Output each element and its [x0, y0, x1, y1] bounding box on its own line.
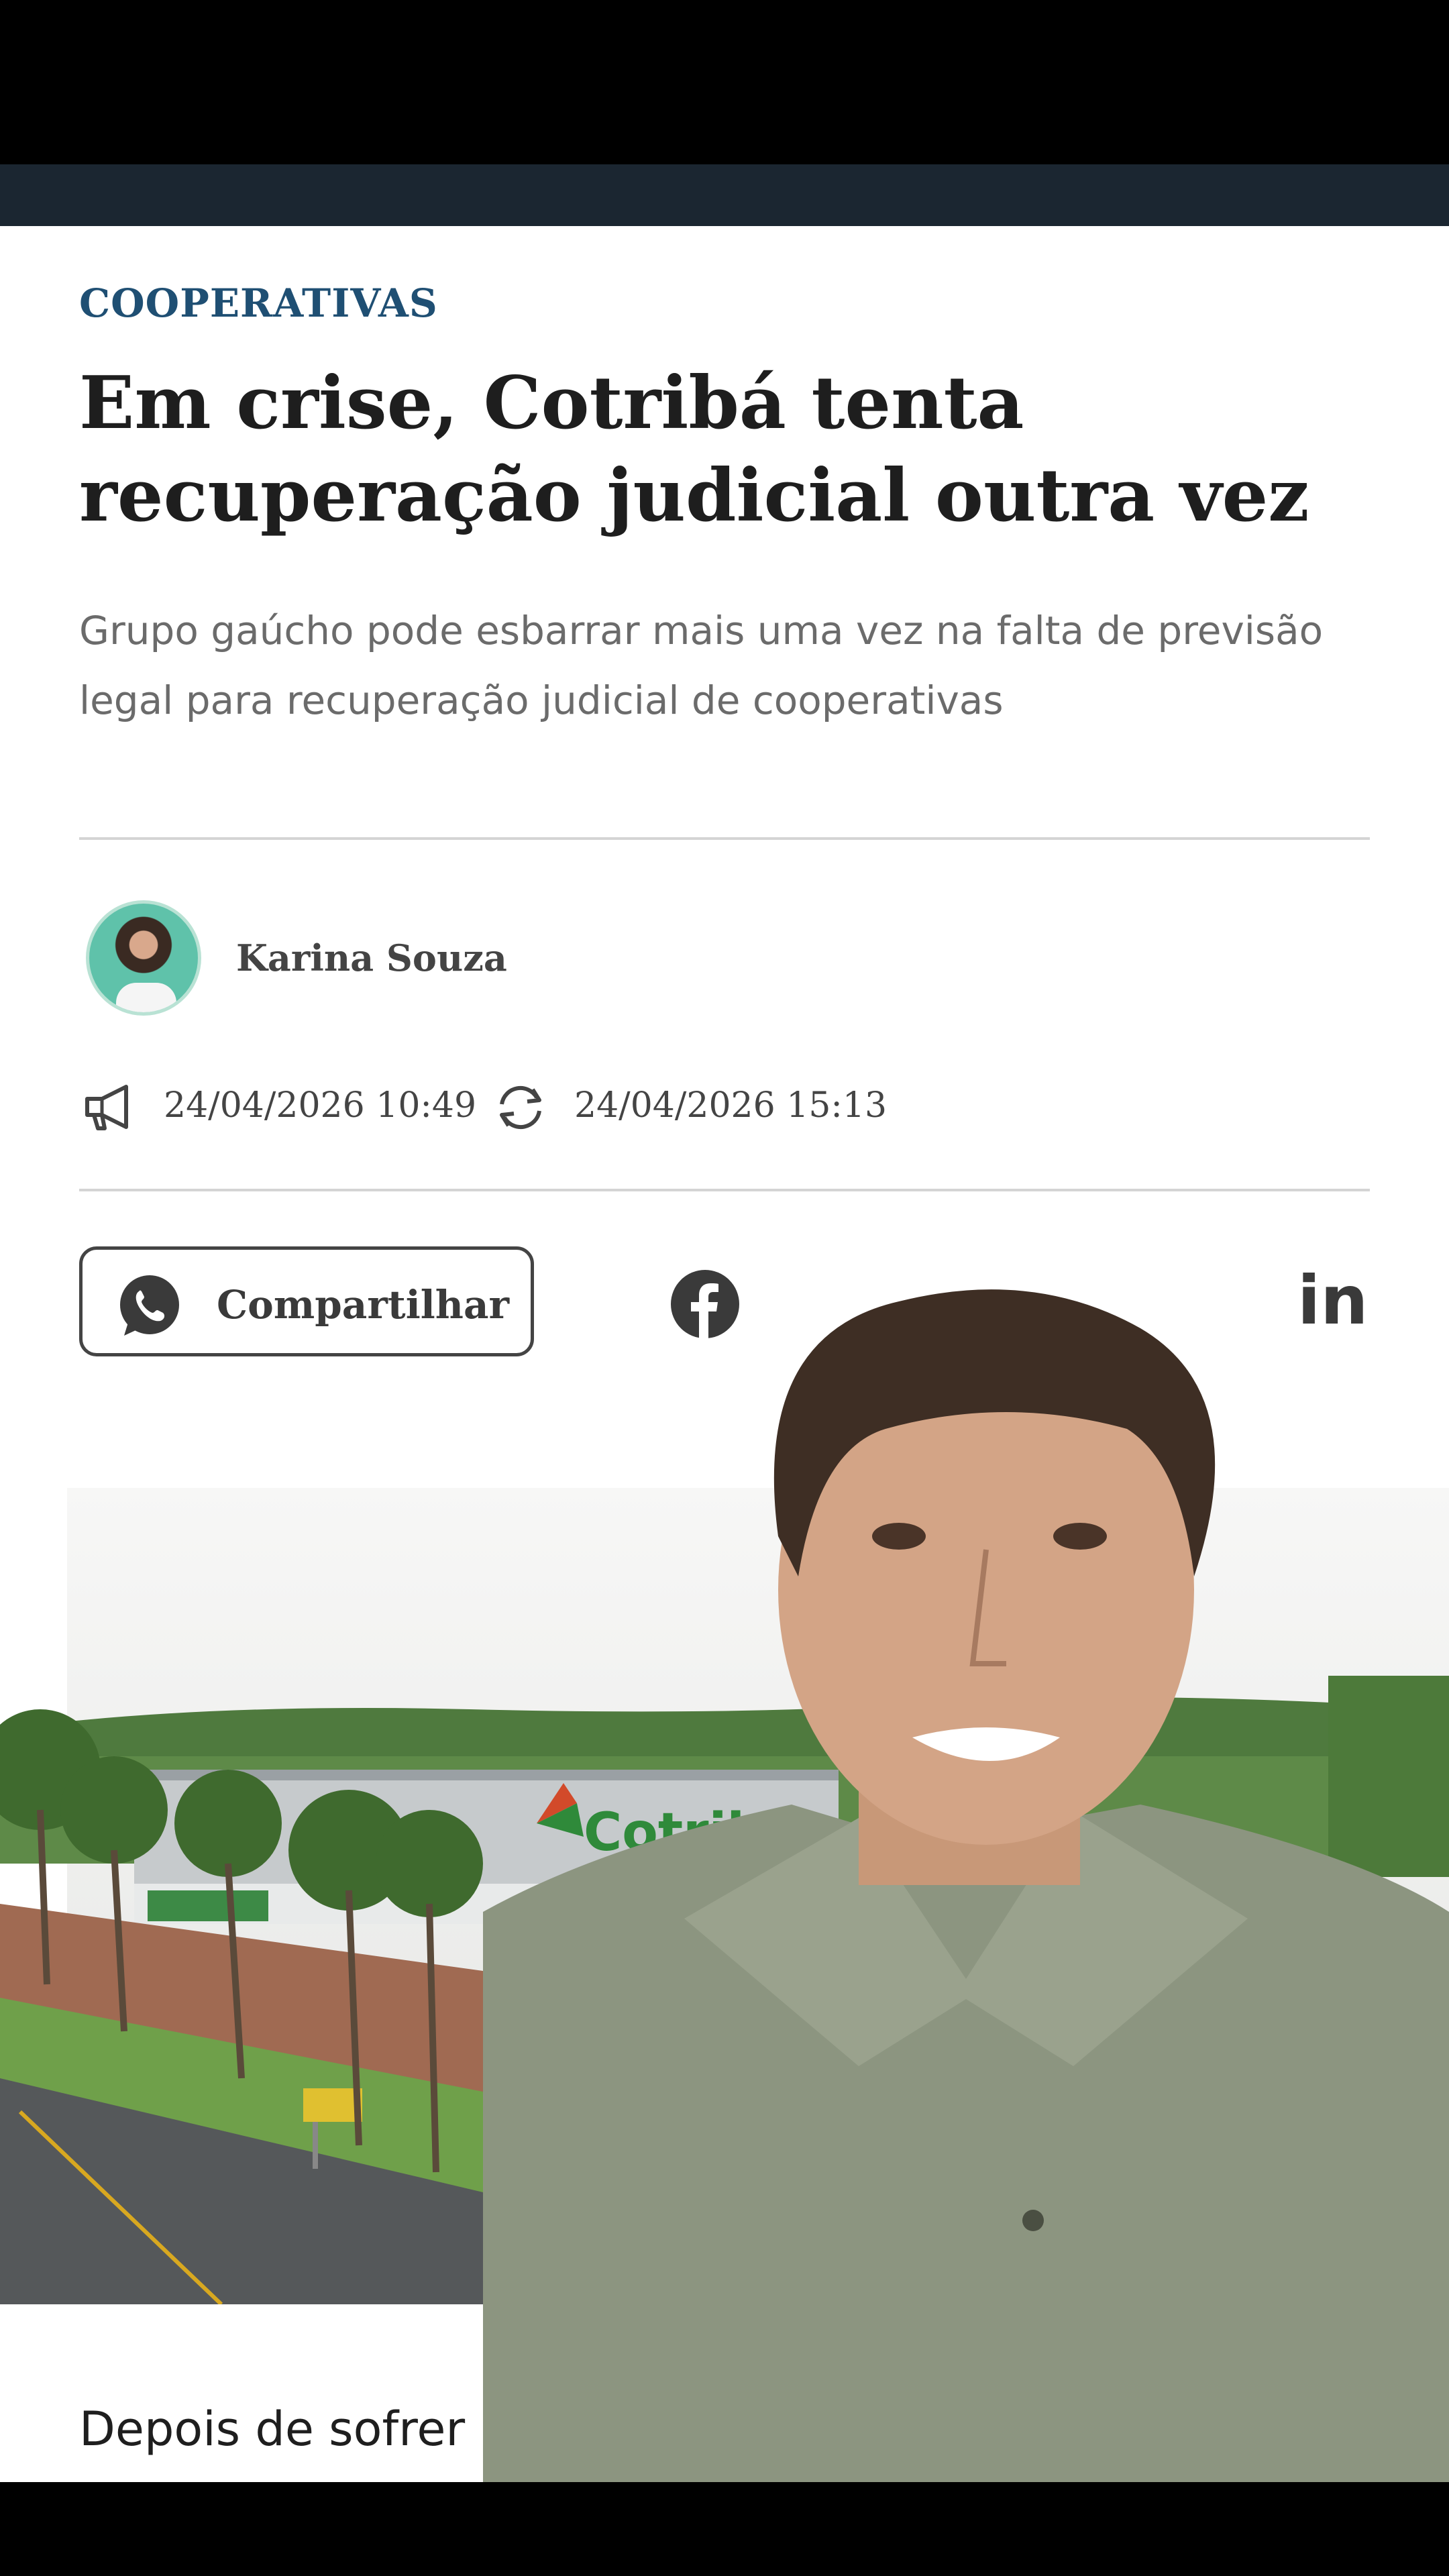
- video-presenter-overlay: [483, 1228, 1449, 2482]
- whatsapp-icon: [115, 1271, 184, 1344]
- section-kicker[interactable]: COOPERATIVAS: [79, 280, 438, 326]
- divider: [79, 837, 1370, 840]
- updated-date: 24/04/2026 15:13: [574, 1085, 888, 1126]
- whatsapp-share-label: Compartilhar: [217, 1282, 510, 1328]
- megaphone-icon: [82, 1083, 137, 1134]
- status-bar-area: [0, 0, 1449, 164]
- article-headline: Em crise, Cotribá tenta recuperação judi…: [79, 361, 1309, 538]
- author-name[interactable]: Karina Souza: [236, 936, 507, 979]
- navigation-bar-area: [0, 2482, 1449, 2576]
- published-date: 24/04/2026 10:49: [164, 1085, 477, 1126]
- whatsapp-share-button[interactable]: Compartilhar: [79, 1246, 534, 1356]
- author-avatar[interactable]: [86, 900, 201, 1016]
- refresh-icon: [492, 1081, 549, 1137]
- site-nav-bar: [0, 164, 1449, 226]
- article-body-text: Depois de sofrer u: [79, 2402, 510, 2457]
- divider: [79, 1189, 1370, 1191]
- article-subtitle: Grupo gaúcho pode esbarrar mais uma vez …: [79, 608, 1324, 723]
